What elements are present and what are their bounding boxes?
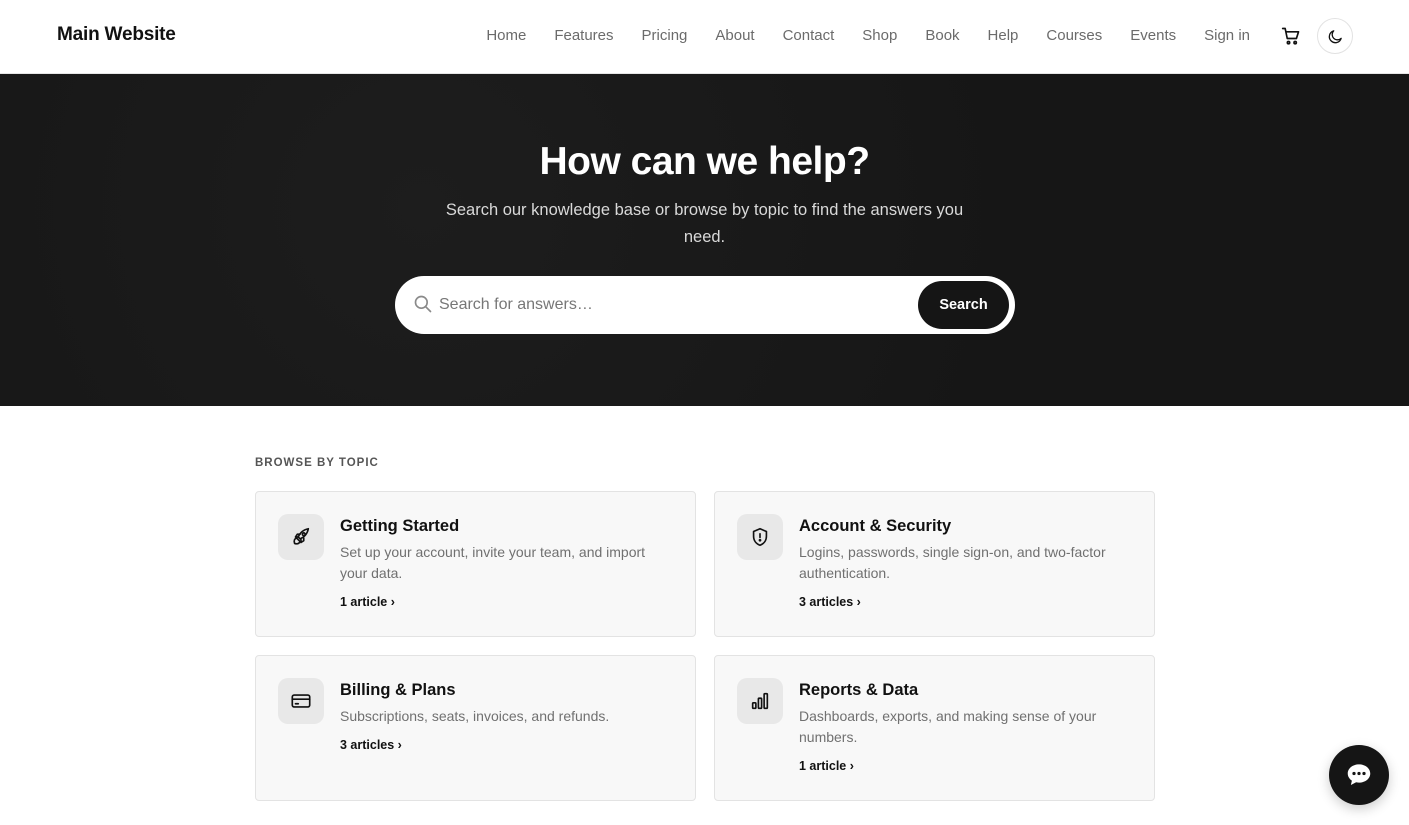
search-input[interactable]	[439, 293, 899, 317]
topic-description: Logins, passwords, single sign-on, and t…	[799, 544, 1106, 581]
topic-title: Getting Started	[340, 517, 460, 535]
moon-icon	[1327, 28, 1344, 45]
main-nav: Home Features Pricing About Contact Shop…	[458, 27, 1250, 44]
bar-chart-icon	[737, 678, 783, 724]
nav-about[interactable]: About	[715, 27, 754, 44]
topic-title: Billing & Plans	[340, 681, 456, 699]
nav-pricing[interactable]: Pricing	[642, 27, 688, 44]
topic-title: Reports & Data	[799, 681, 919, 699]
cart-icon[interactable]	[1278, 22, 1304, 50]
search-icon	[413, 294, 433, 314]
hero-title: How can we help?	[539, 140, 870, 183]
theme-toggle-button[interactable]	[1317, 18, 1353, 54]
topic-card-billing-plans[interactable]: Billing & Plans Subscriptions, seats, in…	[255, 655, 696, 801]
nav-sign-in[interactable]: Sign in	[1204, 27, 1250, 44]
nav-contact[interactable]: Contact	[783, 27, 835, 44]
site-header: Main Website Home Features Pricing About…	[0, 0, 1409, 74]
topic-description: Subscriptions, seats, invoices, and refu…	[340, 708, 610, 724]
nav-courses[interactable]: Courses	[1046, 27, 1102, 44]
topic-article-count[interactable]: 1 article ›	[799, 759, 854, 773]
nav-features[interactable]: Features	[554, 27, 613, 44]
chat-launcher-button[interactable]	[1329, 745, 1389, 805]
search-bar: Search	[395, 276, 1015, 334]
search-button[interactable]: Search	[918, 281, 1009, 329]
topic-article-count[interactable]: 3 articles ›	[799, 595, 861, 609]
shield-icon	[737, 514, 783, 560]
topic-article-count[interactable]: 1 article ›	[340, 595, 395, 609]
nav-shop[interactable]: Shop	[862, 27, 897, 44]
topic-card-getting-started[interactable]: Getting Started Set up your account, inv…	[255, 491, 696, 637]
chat-icon	[1344, 760, 1374, 790]
nav-events[interactable]: Events	[1130, 27, 1176, 44]
topic-description: Set up your account, invite your team, a…	[340, 544, 646, 581]
topic-title: Account & Security	[799, 517, 952, 535]
hero-section: How can we help? Search our knowledge ba…	[0, 74, 1409, 406]
nav-book[interactable]: Book	[925, 27, 959, 44]
rocket-icon	[278, 514, 324, 560]
hero-subtitle: Search our knowledge base or browse by t…	[445, 201, 964, 246]
nav-home[interactable]: Home	[486, 27, 526, 44]
credit-card-icon	[278, 678, 324, 724]
brand-logo[interactable]: Main Website	[57, 24, 176, 46]
topic-article-count[interactable]: 3 articles ›	[340, 738, 402, 752]
browse-by-topic-label: BROWSE BY TOPIC	[255, 457, 379, 469]
topic-description: Dashboards, exports, and making sense of…	[799, 708, 1097, 745]
topic-card-reports-data[interactable]: Reports & Data Dashboards, exports, and …	[714, 655, 1155, 801]
nav-help[interactable]: Help	[988, 27, 1019, 44]
topic-card-account-security[interactable]: Account & Security Logins, passwords, si…	[714, 491, 1155, 637]
